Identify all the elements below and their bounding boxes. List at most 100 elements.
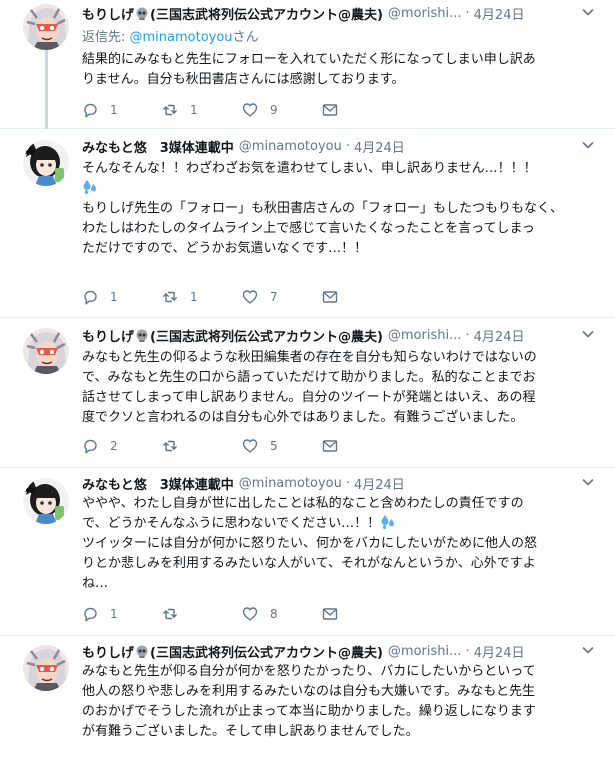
retweet-button[interactable]: 1 (162, 102, 242, 118)
avatar[interactable] (23, 4, 69, 50)
thread-line (45, 50, 48, 129)
display-name[interactable]: もりしげ (三国志武将列伝公式アカウント@農夫) (82, 326, 383, 345)
like-count: 5 (270, 439, 278, 453)
tweet-date[interactable]: 4月24日 (474, 4, 525, 23)
tweet-header: もりしげ (三国志武将列伝公式アカウント@農夫) @morishi... · 4月… (82, 3, 595, 23)
retweet-button[interactable] (162, 438, 242, 454)
dm-button[interactable] (322, 289, 402, 305)
chevron-down-icon[interactable] (581, 5, 595, 19)
reply-count: 1 (110, 103, 118, 117)
tweet-header: もりしげ (三国志武将列伝公式アカウント@農夫) @morishi... · 4月… (82, 641, 595, 661)
skull-emoji-icon (136, 645, 148, 658)
skull-emoji-icon (136, 329, 148, 342)
heart-icon (242, 103, 258, 117)
tweet-date[interactable]: 4月24日 (474, 642, 525, 661)
separator-dot: · (345, 475, 350, 491)
tweet-header: みなもと悠 3媒体連載中 @minamotoyou · 4月24日 (82, 473, 595, 493)
like-count: 7 (270, 290, 278, 304)
envelope-icon (322, 291, 338, 303)
action-bar: 2 5 (82, 437, 402, 455)
user-handle[interactable]: @morishi... (388, 6, 462, 21)
action-bar: 1 1 9 (82, 101, 402, 119)
user-handle[interactable]: @morishi... (388, 328, 462, 343)
tweet-header: みなもと悠 3媒体連載中 @minamotoyou · 4月24日 (82, 136, 595, 156)
sweat-droplets-emoji-icon (83, 180, 96, 194)
reply-count: 2 (110, 439, 118, 453)
reply-icon (84, 607, 97, 622)
heart-icon (242, 290, 258, 304)
retweet-icon (163, 440, 177, 452)
retweet-count: 1 (190, 290, 198, 304)
like-button[interactable]: 7 (242, 289, 322, 305)
retweet-icon (163, 608, 177, 620)
reply-icon (84, 290, 97, 305)
display-name[interactable]: もりしげ (三国志武将列伝公式アカウント@農夫) (82, 642, 383, 661)
retweet-icon (163, 104, 177, 116)
reply-button[interactable]: 2 (82, 438, 162, 454)
dm-button[interactable] (322, 102, 402, 118)
replying-to: 返信先: @minamotoyouさん (82, 30, 259, 45)
tweet[interactable]: みなもと悠 3媒体連載中 @minamotoyou · 4月24日 そんなそんな… (0, 129, 615, 318)
tweet-text: 結果的にみなもと先生にフォローを入れていただく形になってしまい申し訳あ りません… (82, 52, 536, 87)
tweet-text: みなもと先生の仰るような秋田編集者の存在を自分も知らないわけではないの で、みな… (82, 350, 537, 425)
envelope-icon (322, 104, 338, 116)
display-name[interactable]: みなもと悠 3媒体連載中 (82, 137, 234, 156)
tweet[interactable]: もりしげ (三国志武将列伝公式アカウント@農夫) @morishi... · 4月… (0, 318, 615, 468)
mention-link[interactable]: @minamotoyou (130, 30, 233, 45)
tweet-text: そんなそんな！！わざわざお気を遣わせてしまい、申し訳ありません…！！！ もりしげ… (82, 161, 564, 256)
like-button[interactable]: 9 (242, 102, 322, 118)
envelope-icon (322, 440, 338, 452)
user-handle[interactable]: @minamotoyou (239, 476, 342, 491)
tweet[interactable]: もりしげ (三国志武将列伝公式アカウント@農夫) @morishi... · 4月… (0, 636, 615, 781)
skull-emoji-icon (136, 7, 148, 20)
separator-dot: · (465, 5, 470, 21)
heart-icon (242, 607, 258, 621)
avatar[interactable] (23, 140, 69, 186)
separator-dot: · (465, 327, 470, 343)
chevron-down-icon[interactable] (581, 138, 595, 152)
separator-dot: · (345, 138, 350, 154)
sweat-droplets-emoji-icon (381, 515, 395, 529)
retweet-button[interactable] (162, 606, 242, 622)
reply-button[interactable]: 1 (82, 606, 162, 622)
tweet-text: みなもと先生が仰る自分が何かを怒りたかったり、バカにしたいからといって 他人の怒… (82, 664, 536, 739)
chevron-down-icon[interactable] (581, 643, 595, 657)
user-handle[interactable]: @minamotoyou (239, 139, 342, 154)
chevron-down-icon[interactable] (581, 327, 595, 341)
reply-count: 1 (110, 607, 118, 621)
avatar[interactable] (23, 645, 69, 691)
tweet[interactable]: みなもと悠 3媒体連載中 @minamotoyou · 4月24日 ややや、わた… (0, 468, 615, 636)
display-name[interactable]: もりしげ (三国志武将列伝公式アカウント@農夫) (82, 4, 383, 23)
action-bar: 1 1 7 (82, 288, 402, 306)
retweet-icon (163, 291, 177, 303)
dm-button[interactable] (322, 438, 402, 454)
reply-button[interactable]: 1 (82, 289, 162, 305)
separator-dot: · (465, 643, 470, 659)
tweet-date[interactable]: 4月24日 (354, 474, 405, 493)
tweet-timeline: もりしげ (三国志武将列伝公式アカウント@農夫) @morishi... · 4月… (0, 0, 615, 781)
reply-icon (84, 439, 97, 454)
like-count: 9 (270, 103, 278, 117)
avatar[interactable] (23, 478, 69, 524)
retweet-button[interactable]: 1 (162, 289, 242, 305)
display-name[interactable]: みなもと悠 3媒体連載中 (82, 474, 234, 493)
heart-icon (242, 439, 258, 453)
avatar[interactable] (23, 328, 69, 374)
like-button[interactable]: 5 (242, 438, 322, 454)
tweet-text: ややや、わたし自身が世に出したことは私的なこと含めわたしの責任ですの で、どうか… (82, 496, 538, 591)
tweet-date[interactable]: 4月24日 (354, 137, 405, 156)
action-bar: 1 8 (82, 605, 402, 623)
reply-count: 1 (110, 290, 118, 304)
chevron-down-icon[interactable] (581, 475, 595, 489)
tweet[interactable]: もりしげ (三国志武将列伝公式アカウント@農夫) @morishi... · 4月… (0, 0, 615, 129)
envelope-icon (322, 608, 338, 620)
like-count: 8 (270, 607, 278, 621)
like-button[interactable]: 8 (242, 606, 322, 622)
retweet-count: 1 (190, 103, 198, 117)
tweet-date[interactable]: 4月24日 (474, 326, 525, 345)
dm-button[interactable] (322, 606, 402, 622)
reply-icon (84, 103, 97, 118)
tweet-header: もりしげ (三国志武将列伝公式アカウント@農夫) @morishi... · 4月… (82, 325, 595, 345)
user-handle[interactable]: @morishi... (388, 644, 462, 659)
reply-button[interactable]: 1 (82, 102, 162, 118)
